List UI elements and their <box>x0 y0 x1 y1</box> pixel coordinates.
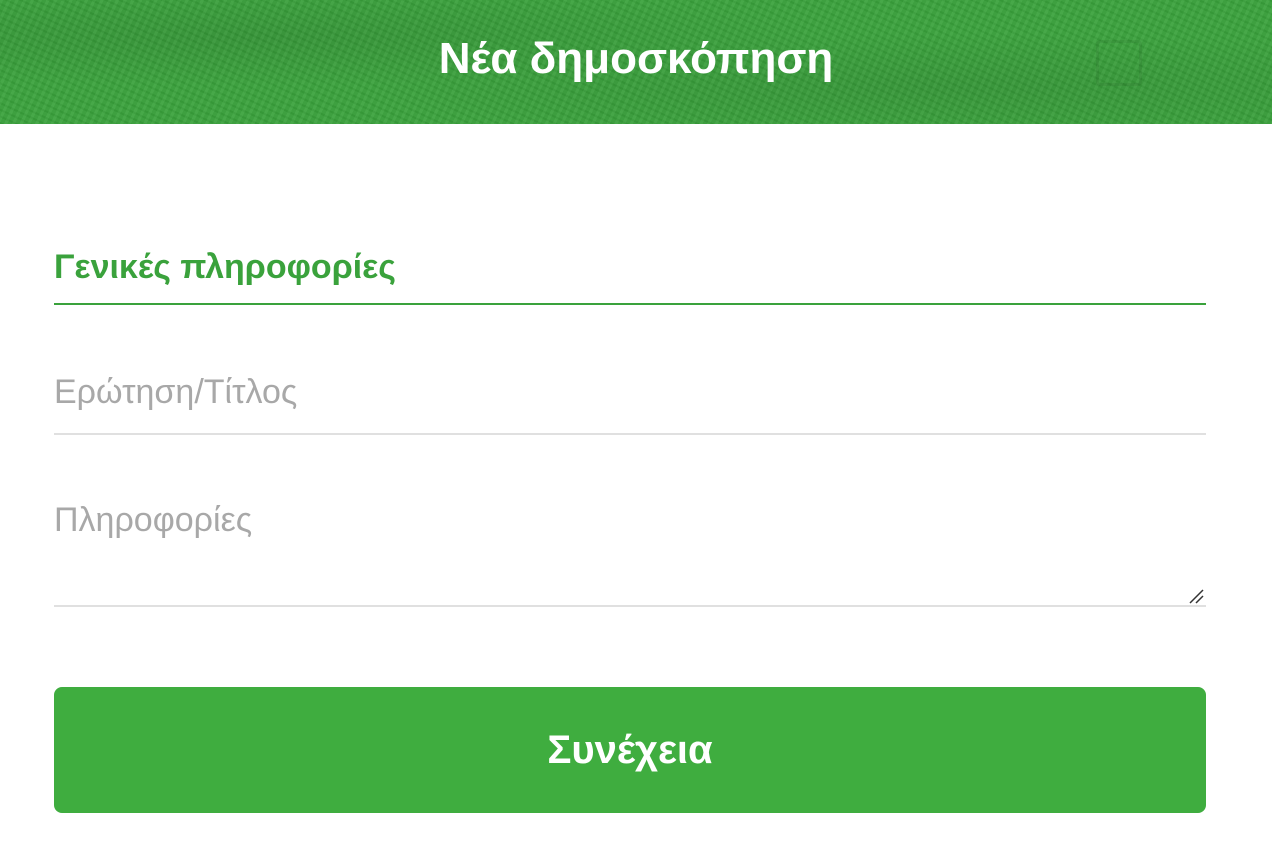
information-textarea[interactable] <box>54 497 1206 603</box>
page-title: Νέα δημοσκόπηση <box>438 34 834 83</box>
question-title-input[interactable] <box>54 366 1206 418</box>
question-title-underline <box>54 433 1206 435</box>
continue-button[interactable]: Συνέχεια <box>54 687 1206 813</box>
resize-handle-icon[interactable] <box>1188 588 1204 604</box>
information-underline <box>54 605 1206 607</box>
app-header: Νέα δημοσκόπηση <box>0 0 1272 124</box>
section-divider <box>54 303 1206 305</box>
section-title-general-info: Γενικές πληροφορίες <box>54 248 396 286</box>
